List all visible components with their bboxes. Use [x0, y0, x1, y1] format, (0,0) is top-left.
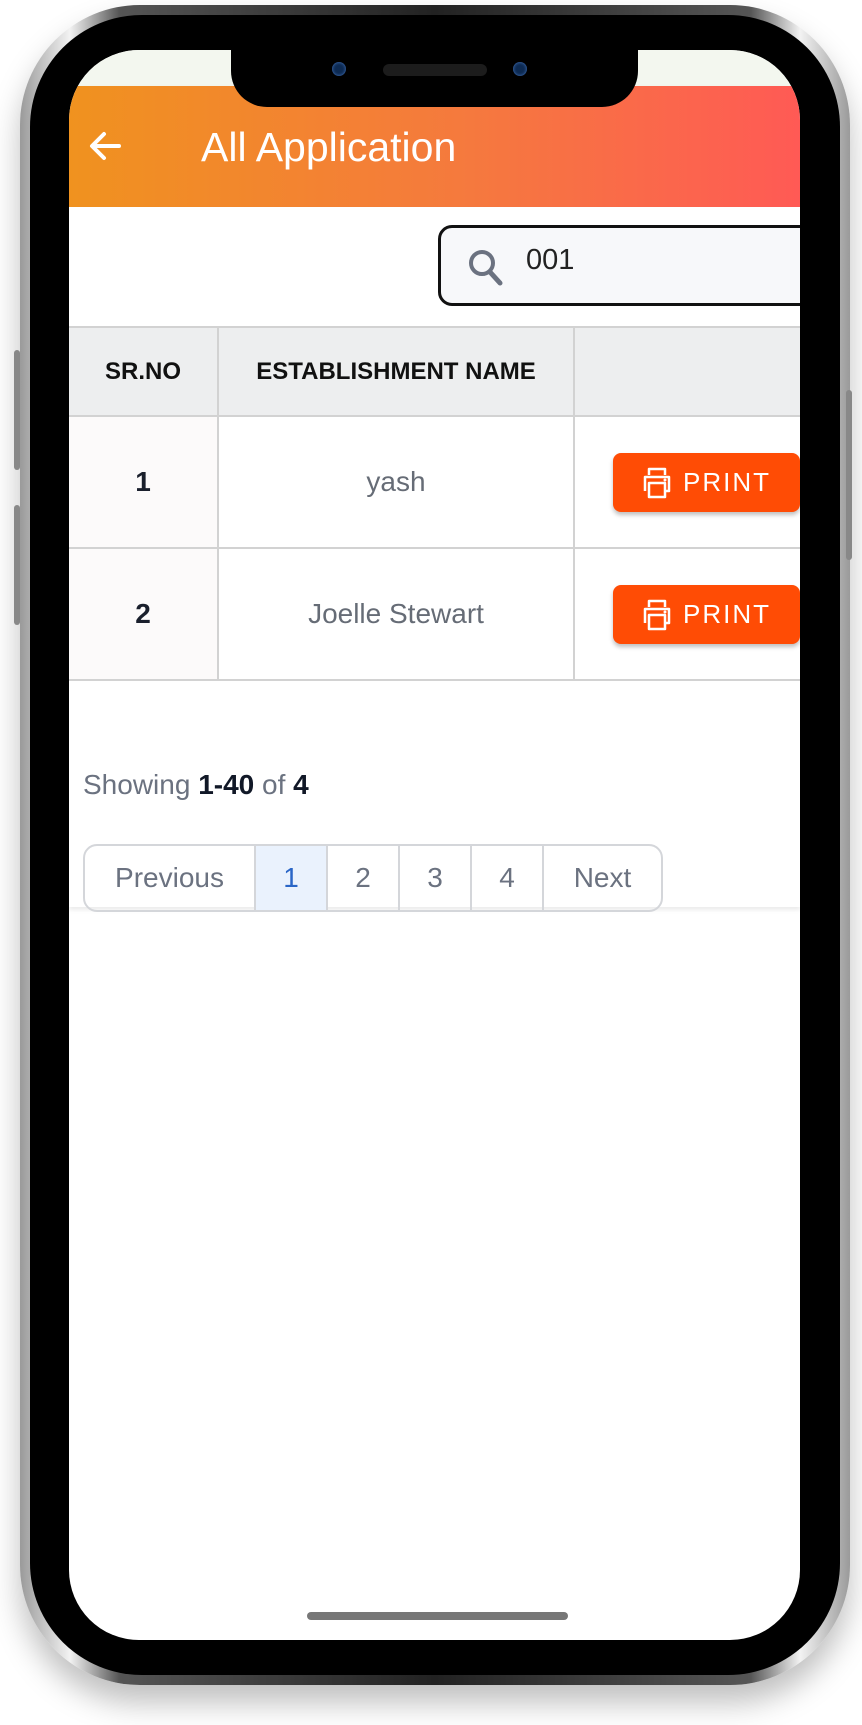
- printer-icon: [643, 467, 671, 499]
- print-label: PRINT: [683, 466, 771, 497]
- speaker: [383, 64, 487, 76]
- applications-table: SR.NO ESTABLISHMENT NAME 1 yash PRINT 2 …: [69, 326, 800, 681]
- sr-no-cell: 2: [69, 547, 219, 681]
- print-button[interactable]: PRINT: [613, 452, 800, 512]
- print-label: PRINT: [683, 598, 771, 629]
- column-header-establishment-name: ESTABLISHMENT NAME: [217, 326, 575, 417]
- summary-range: 1-40: [198, 769, 255, 800]
- volume-down-button: [14, 505, 20, 625]
- summary-total: 4: [293, 769, 309, 800]
- page-2-button[interactable]: 2: [328, 846, 400, 910]
- summary-of: of: [262, 769, 286, 800]
- power-button: [846, 390, 852, 560]
- column-header-action: [573, 326, 800, 417]
- sensor-icon: [513, 62, 527, 76]
- table-row: 2 Joelle Stewart PRINT: [69, 547, 800, 681]
- page-title: All Application: [201, 124, 457, 170]
- notch: [231, 30, 638, 107]
- camera-icon: [332, 62, 346, 76]
- applications-card: SR.NO ESTABLISHMENT NAME 1 yash PRINT 2 …: [69, 207, 800, 912]
- column-header-srno: SR.NO: [69, 326, 219, 417]
- results-summary: Showing 1-40 of 4: [83, 769, 309, 801]
- establishment-name-cell: Joelle Stewart: [217, 547, 575, 681]
- previous-page-button[interactable]: Previous: [85, 846, 256, 910]
- page-1-button[interactable]: 1: [256, 846, 328, 910]
- action-cell: PRINT: [573, 415, 800, 549]
- table-header-row: SR.NO ESTABLISHMENT NAME: [69, 326, 800, 417]
- establishment-name-cell: yash: [217, 415, 575, 549]
- printer-icon: [643, 599, 671, 631]
- next-page-button[interactable]: Next: [544, 846, 661, 910]
- arrow-left-icon[interactable]: [85, 126, 125, 166]
- action-cell: PRINT: [573, 547, 800, 681]
- home-indicator[interactable]: [307, 1612, 568, 1620]
- page-4-button[interactable]: 4: [472, 846, 544, 910]
- volume-up-button: [14, 350, 20, 470]
- sr-no-cell: 1: [69, 415, 219, 549]
- search-box[interactable]: [438, 225, 800, 306]
- table-row: 1 yash PRINT: [69, 415, 800, 549]
- summary-prefix: Showing: [83, 769, 191, 800]
- page-3-button[interactable]: 3: [400, 846, 472, 910]
- search-icon: [469, 250, 503, 286]
- pagination: Previous 1 2 3 4 Next: [83, 844, 663, 912]
- search-input[interactable]: [526, 244, 726, 277]
- screen: All Application SR.NO ESTABLISHMENT NAME…: [69, 50, 800, 1640]
- print-button[interactable]: PRINT: [613, 584, 800, 644]
